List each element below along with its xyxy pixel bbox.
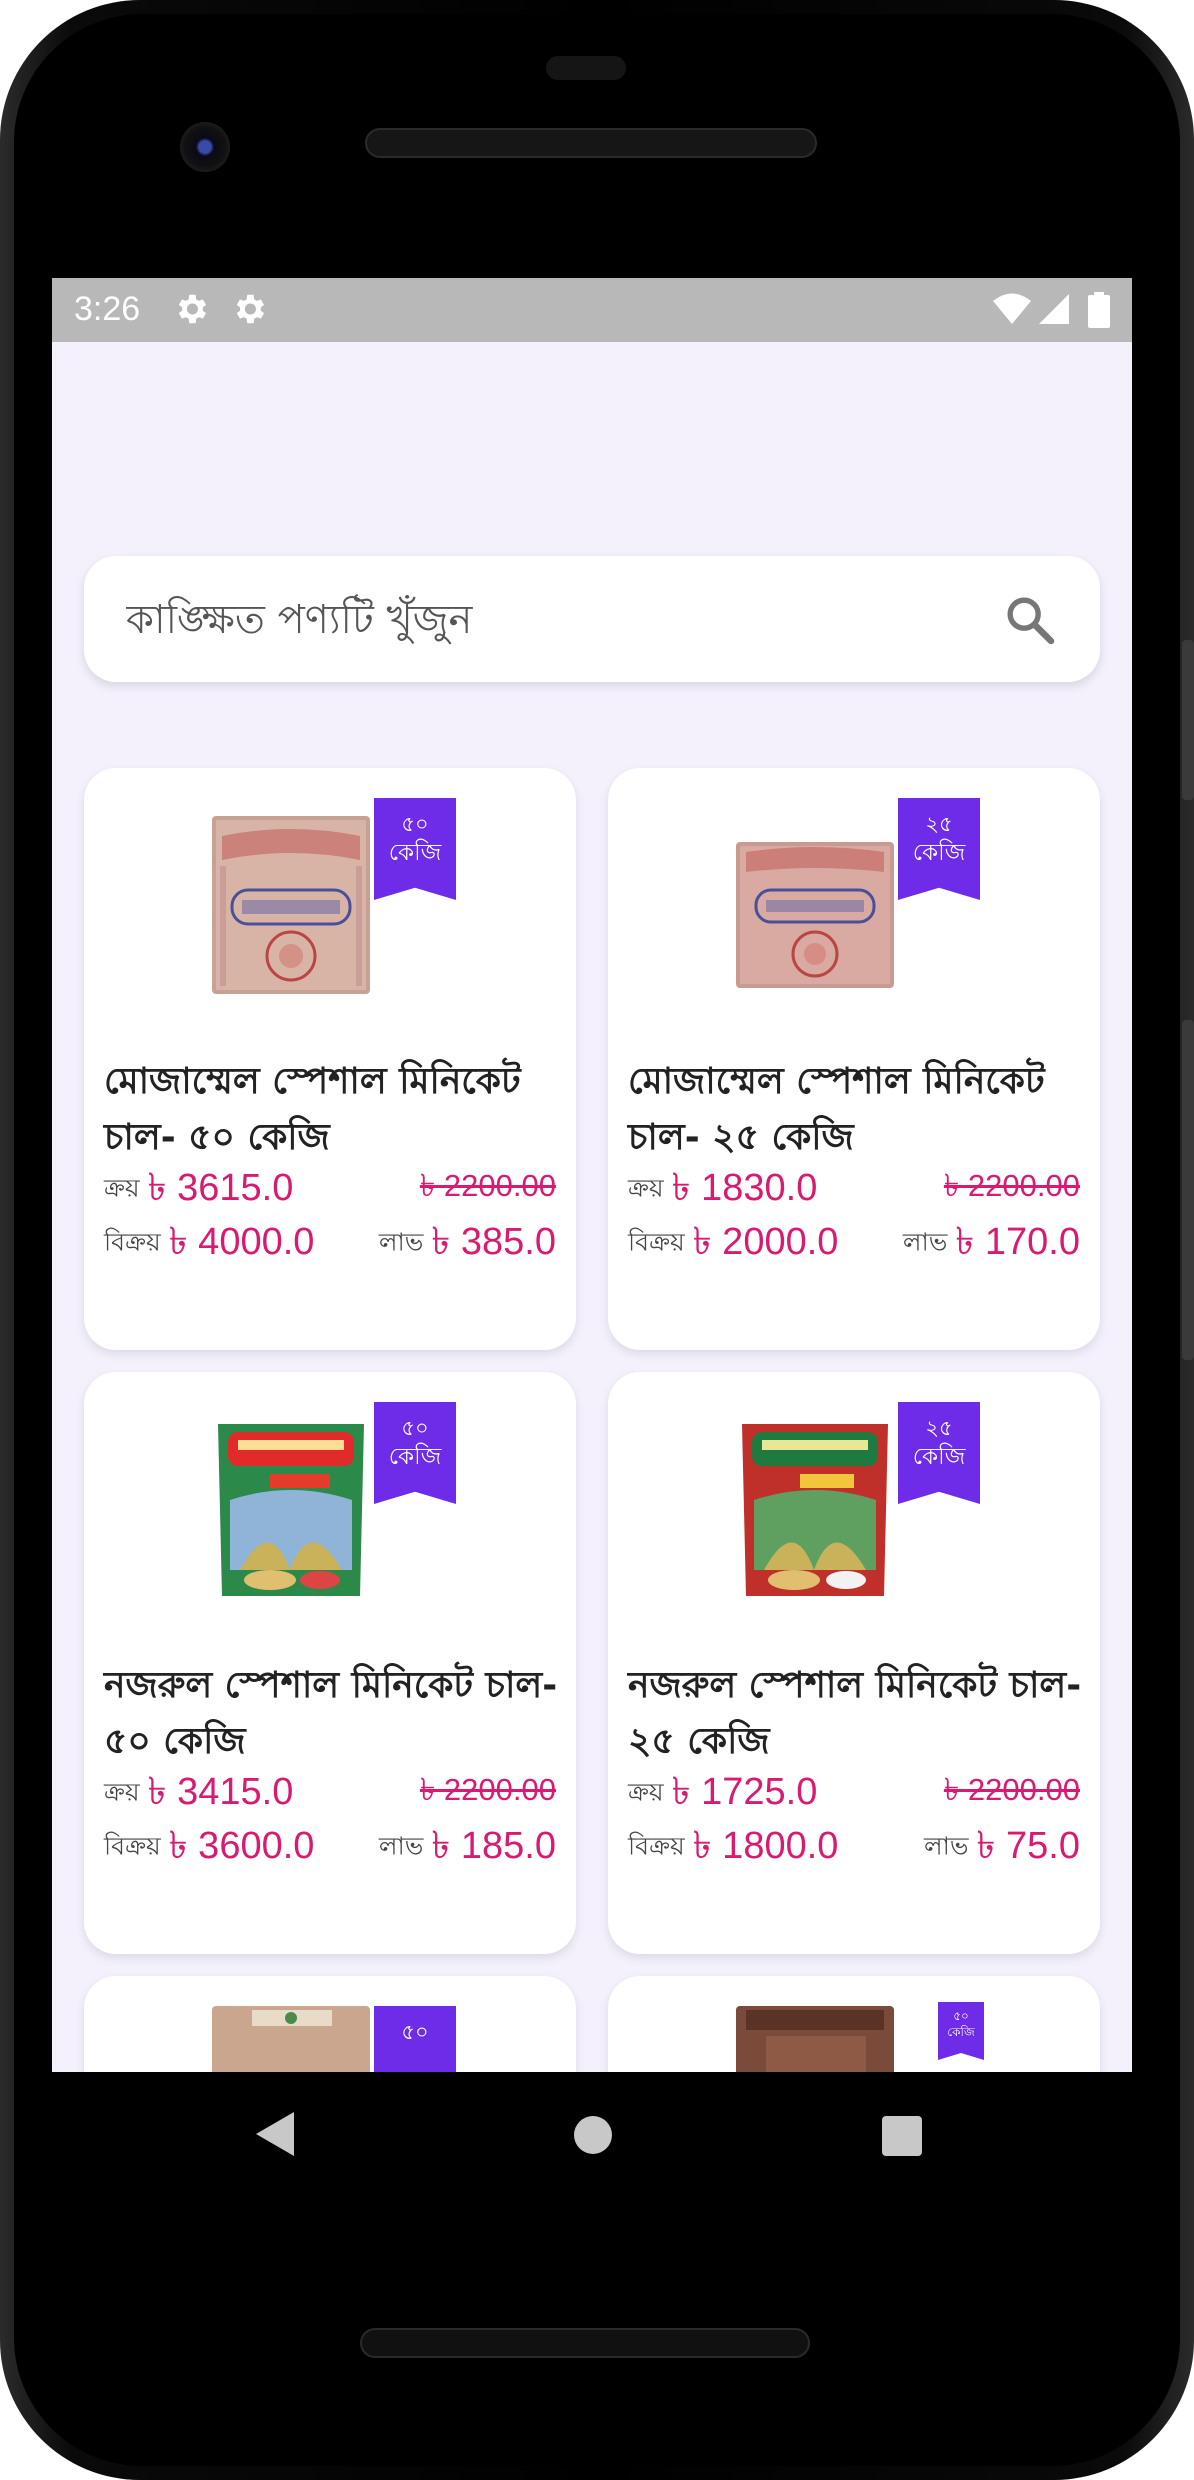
product-card[interactable]: ২৫ কেজি মোজাম্মেল স্পেশাল মিনিকেট চাল- ২…	[608, 768, 1100, 1350]
buy-price: ৳ 3415.0	[147, 1771, 294, 1813]
badge-number: ৫০	[401, 812, 429, 836]
buy-price-row: ক্রয় ৳ 1830.0 ৳ 2200.00	[628, 1158, 1080, 1209]
sell-price-row: বিক্রয় ৳ 4000.0 লাভ ৳ 385.0	[104, 1212, 556, 1263]
buy-price-row: ক্রয় ৳ 1725.0 ৳ 2200.00	[628, 1762, 1080, 1813]
product-image	[736, 842, 894, 988]
profit-label: লাভ	[378, 1227, 424, 1257]
search-icon[interactable]	[1002, 592, 1058, 648]
product-card[interactable]: ৫০ কেজি মোজাম্মেল স্পেশাল মিনিকেট চাল- ৫…	[84, 768, 576, 1350]
search-input[interactable]	[124, 586, 988, 654]
profit-group: লাভ ৳ 385.0	[379, 1212, 556, 1276]
badge-number: ৫০	[953, 2009, 969, 2023]
profit-value: ৳ 185.0	[431, 1825, 556, 1867]
product-name: মোজাম্মেল স্পেশাল মিনিকেট চাল- ৫০ কেজি	[104, 1061, 521, 1158]
sell-price-row: বিক্রয় ৳ 3600.0 লাভ ৳ 185.0	[104, 1816, 556, 1867]
front-camera-icon	[180, 122, 230, 172]
sell-price: ৳ 2000.0	[692, 1221, 839, 1263]
status-time: 3:26	[74, 290, 141, 328]
sell-price-row: বিক্রয় ৳ 2000.0 লাভ ৳ 170.0	[628, 1212, 1080, 1263]
original-price: ৳ 2200.00	[943, 1168, 1080, 1203]
product-image	[736, 2006, 894, 2072]
profit-label: লাভ	[902, 1227, 948, 1257]
sell-price-row: বিক্রয় ৳ 1800.0 লাভ ৳ 75.0	[628, 1816, 1080, 1867]
buy-label: ক্রয়	[104, 1777, 140, 1807]
badge-number: ৫০	[401, 2020, 429, 2044]
cell-signal-icon	[1039, 294, 1069, 324]
profit-label: লাভ	[378, 1831, 424, 1861]
navigation-bar	[52, 2072, 1132, 2202]
home-icon[interactable]	[574, 2116, 612, 2154]
sell-label: বিক্রয়	[628, 1227, 685, 1257]
product-name: নজরুল স্পেশাল মিনিকেট চাল- ৫০ কেজি	[104, 1665, 558, 1762]
weight-badge: ৫০ কেজি	[374, 798, 456, 900]
sell-price: ৳ 3600.0	[168, 1825, 315, 1867]
gear-icon	[236, 294, 265, 324]
sell-price: ৳ 1800.0	[692, 1825, 839, 1867]
weight-badge: ৫০ কেজি	[938, 2002, 984, 2060]
badge-unit: কেজি	[388, 1444, 442, 1470]
weight-badge: ২৫ কেজি	[898, 1402, 980, 1504]
buy-price: ৳ 3615.0	[147, 1167, 294, 1209]
product-image	[212, 816, 370, 994]
profit-group: লাভ ৳ 75.0	[924, 1816, 1080, 1880]
profit-label: লাভ	[924, 1831, 969, 1861]
product-name: নজরুল স্পেশাল মিনিকেট চাল- ২৫ কেজি	[628, 1665, 1082, 1762]
earpiece-speaker	[365, 128, 817, 158]
weight-badge: ২৫ কেজি	[898, 798, 980, 900]
buy-price-row: ক্রয় ৳ 3415.0 ৳ 2200.00	[104, 1762, 556, 1813]
profit-group: লাভ ৳ 185.0	[379, 1816, 556, 1880]
original-price: ৳ 2200.00	[943, 1772, 1080, 1807]
sell-label: বিক্রয়	[104, 1831, 161, 1861]
profit-value: ৳ 170.0	[955, 1221, 1080, 1263]
bottom-speaker	[360, 2328, 810, 2358]
sell-label: বিক্রয়	[104, 1227, 161, 1257]
product-image	[734, 1420, 896, 1602]
back-icon[interactable]	[256, 2112, 294, 2156]
search-bar[interactable]	[84, 556, 1100, 682]
recents-icon[interactable]	[882, 2116, 922, 2156]
sensor-slot	[546, 56, 626, 80]
buy-label: ক্রয়	[104, 1173, 140, 1203]
battery-icon	[1088, 292, 1110, 328]
sell-price: ৳ 4000.0	[168, 1221, 315, 1263]
product-card[interactable]: ৫০ কেজি নজরুল স্পেশাল মিনিকেট চাল- ৫০ কে…	[84, 1372, 576, 1954]
badge-unit: কেজি	[947, 2025, 975, 2039]
badge-number: ২৫	[925, 812, 953, 836]
product-card[interactable]: ৫০	[84, 1976, 576, 2072]
product-image	[212, 2006, 370, 2072]
product-card[interactable]: ২৫ কেজি নজরুল স্পেশাল মিনিকেট চাল- ২৫ কে…	[608, 1372, 1100, 1954]
weight-badge: ৫০ কেজি	[374, 1402, 456, 1504]
volume-button	[1182, 1020, 1194, 1360]
profit-value: ৳ 75.0	[976, 1825, 1080, 1867]
buy-label: ক্রয়	[628, 1777, 664, 1807]
original-price: ৳ 2200.00	[419, 1772, 556, 1807]
product-list[interactable]: ৫০ কেজি মোজাম্মেল স্পেশাল মিনিকেট চাল- ৫…	[52, 342, 1132, 2072]
buy-price: ৳ 1725.0	[671, 1771, 818, 1813]
product-card[interactable]: ৫০ কেজি	[608, 1976, 1100, 2072]
app-screen: 3:26 কাঙ্ক্ষিত পণ্যটি খুঁজুন ৫০ কেজি মোজ…	[52, 278, 1132, 2072]
gear-icon	[178, 294, 207, 324]
profit-group: লাভ ৳ 170.0	[903, 1212, 1080, 1276]
badge-unit: কেজি	[388, 840, 442, 866]
badge-number: ৫০	[401, 1416, 429, 1440]
weight-badge: ৫০	[374, 2006, 456, 2072]
buy-price: ৳ 1830.0	[671, 1167, 818, 1209]
badge-unit: কেজি	[912, 1444, 966, 1470]
profit-value: ৳ 385.0	[431, 1221, 556, 1263]
power-button	[1182, 640, 1194, 800]
badge-unit: কেজি	[912, 840, 966, 866]
product-image	[210, 1420, 372, 1602]
status-bar: 3:26	[52, 278, 1132, 342]
product-name: মোজাম্মেল স্পেশাল মিনিকেট চাল- ২৫ কেজি	[628, 1061, 1045, 1158]
wifi-icon	[993, 293, 1031, 324]
sell-label: বিক্রয়	[628, 1831, 685, 1861]
buy-price-row: ক্রয় ৳ 3615.0 ৳ 2200.00	[104, 1158, 556, 1209]
buy-label: ক্রয়	[628, 1173, 664, 1203]
badge-number: ২৫	[925, 1416, 953, 1440]
original-price: ৳ 2200.00	[419, 1168, 556, 1203]
